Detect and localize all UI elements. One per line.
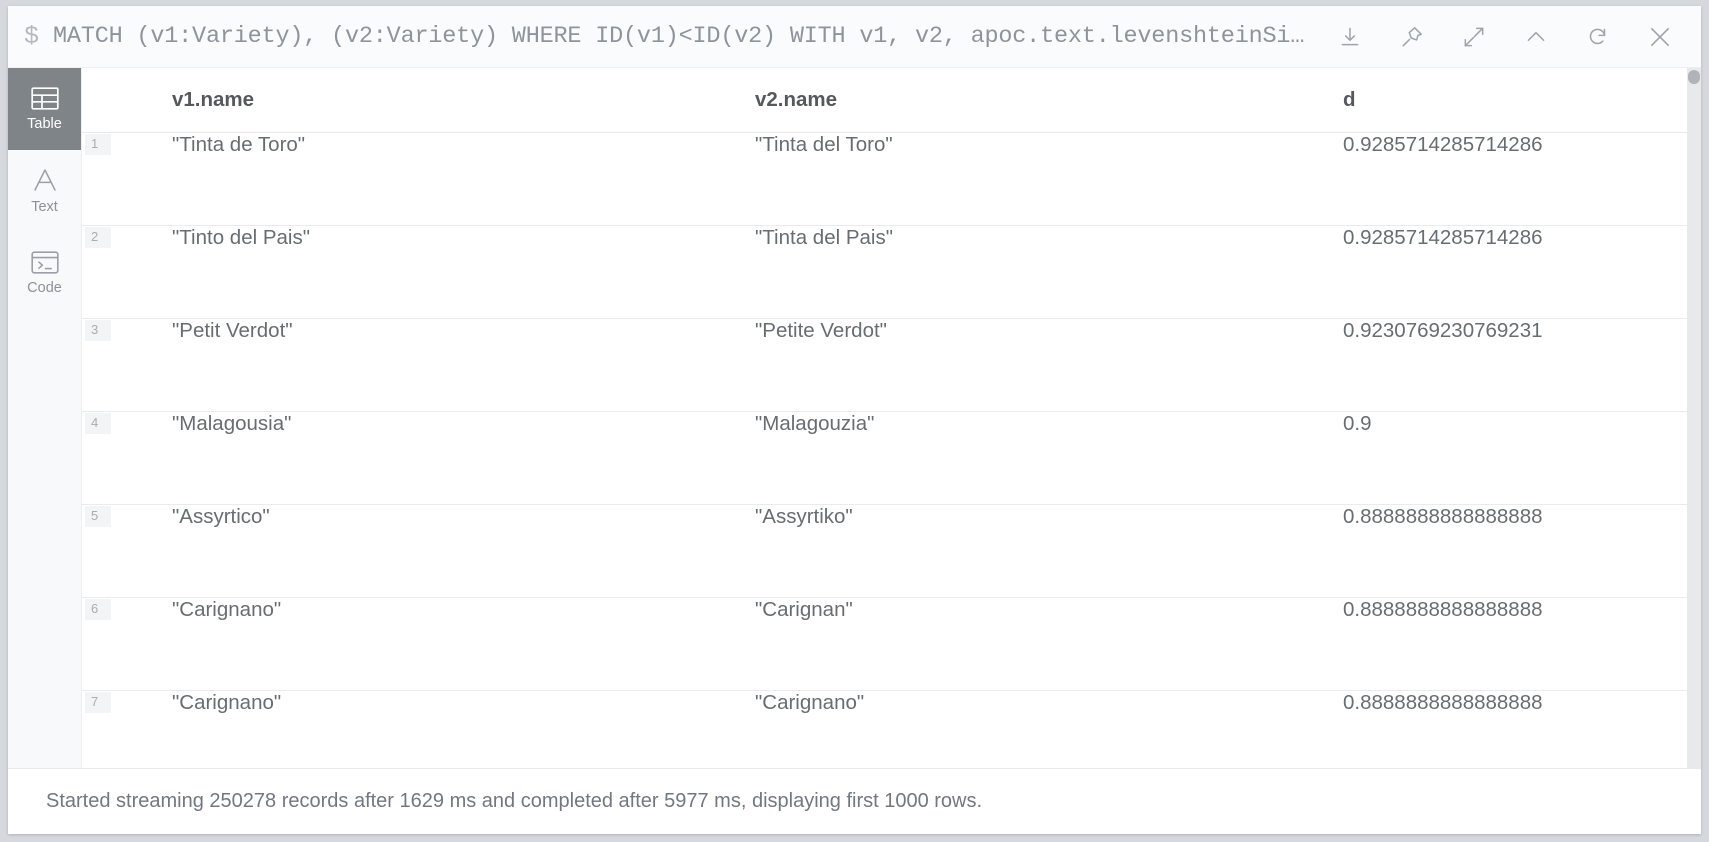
view-tab-text[interactable]: Text — [8, 150, 81, 232]
view-tab-table-label: Table — [27, 115, 62, 132]
cell-v1name: "Petit Verdot" — [172, 318, 755, 412]
row-number: 3 — [85, 319, 111, 341]
row-number-cell: 5 — [82, 504, 172, 598]
cell-v2name: "Tinta del Pais" — [755, 225, 1343, 319]
row-number: 4 — [85, 412, 111, 434]
row-number-cell: 6 — [82, 597, 172, 691]
table-row[interactable]: 5 "Assyrtico" "Assyrtiko" 0.888888888888… — [82, 504, 1687, 598]
cell-d: 0.9230769230769231 — [1343, 318, 1687, 412]
refresh-icon — [1585, 24, 1611, 50]
row-number: 2 — [85, 226, 111, 248]
cell-v2name: "Carignan" — [755, 597, 1343, 691]
cell-v1name: "Carignano" — [172, 597, 755, 691]
view-tab-table[interactable]: Table — [8, 68, 81, 150]
cell-v2name: "Petite Verdot" — [755, 318, 1343, 412]
table-row[interactable]: 4 "Malagousia" "Malagouzia" 0.9 — [82, 411, 1687, 505]
row-number-cell: 3 — [82, 318, 172, 412]
table-row[interactable]: 7 "Carignano" "Carignano" 0.888888888888… — [82, 690, 1687, 768]
cell-d: 0.9 — [1343, 411, 1687, 505]
table-row[interactable]: 3 "Petit Verdot" "Petite Verdot" 0.92307… — [82, 318, 1687, 412]
results-table: v1.name v2.name d 1 "Tinta de Toro" "Tin… — [82, 68, 1687, 768]
query-bar: $ MATCH (v1:Variety), (v2:Variety) WHERE… — [8, 6, 1701, 68]
cell-v1name: "Assyrtico" — [172, 504, 755, 598]
cell-v2name: "Malagouzia" — [755, 411, 1343, 505]
text-icon — [31, 167, 59, 193]
collapse-button[interactable] — [1505, 8, 1567, 66]
expand-button[interactable] — [1443, 8, 1505, 66]
row-number: 6 — [85, 598, 111, 620]
rerun-button[interactable] — [1567, 8, 1629, 66]
prompt-sigil: $ — [24, 22, 40, 51]
row-number: 1 — [85, 133, 111, 155]
cell-d: 0.9285714285714286 — [1343, 132, 1687, 226]
code-icon — [30, 251, 59, 274]
row-number: 5 — [85, 505, 111, 527]
cell-v1name: "Malagousia" — [172, 411, 755, 505]
column-header-v2name[interactable]: v2.name — [755, 68, 1343, 133]
cell-d: 0.8888888888888888 — [1343, 690, 1687, 768]
table-icon — [30, 87, 59, 110]
cell-d: 0.8888888888888888 — [1343, 597, 1687, 691]
expand-icon — [1461, 24, 1487, 50]
cell-v1name: "Carignano" — [172, 690, 755, 768]
table-row[interactable]: 1 "Tinta de Toro" "Tinta del Toro" 0.928… — [82, 132, 1687, 226]
cell-v2name: "Carignano" — [755, 690, 1343, 768]
view-switcher: Table Text Code — [8, 68, 82, 768]
column-header-rownum — [82, 68, 172, 133]
close-icon — [1646, 23, 1674, 51]
row-number-cell: 4 — [82, 411, 172, 505]
status-bar: Started streaming 250278 records after 1… — [8, 768, 1701, 834]
column-header-v1name[interactable]: v1.name — [172, 68, 755, 133]
table-body: 1 "Tinta de Toro" "Tinta del Toro" 0.928… — [82, 132, 1687, 768]
panel-body: Table Text Code v1.name v2.name d 1 "Tin… — [8, 68, 1701, 768]
column-header-d[interactable]: d — [1343, 68, 1687, 133]
download-icon — [1337, 24, 1363, 50]
vertical-scrollbar[interactable] — [1687, 68, 1701, 768]
query-actions — [1319, 8, 1697, 66]
table-header: v1.name v2.name d — [82, 68, 1687, 133]
cell-d: 0.8888888888888888 — [1343, 504, 1687, 598]
table-header-row: v1.name v2.name d — [82, 68, 1687, 133]
table-scroll-region[interactable]: v1.name v2.name d 1 "Tinta de Toro" "Tin… — [82, 68, 1687, 768]
view-tab-code[interactable]: Code — [8, 232, 81, 314]
vertical-scrollbar-thumb[interactable] — [1688, 70, 1700, 84]
cell-d: 0.9285714285714286 — [1343, 225, 1687, 319]
row-number-cell: 1 — [82, 132, 172, 226]
results-area: v1.name v2.name d 1 "Tinta de Toro" "Tin… — [82, 68, 1701, 768]
status-message: Started streaming 250278 records after 1… — [46, 790, 983, 812]
result-panel: $ MATCH (v1:Variety), (v2:Variety) WHERE… — [8, 6, 1701, 834]
row-number-cell: 2 — [82, 225, 172, 319]
table-row[interactable]: 6 "Carignano" "Carignan" 0.8888888888888… — [82, 597, 1687, 691]
view-tab-text-label: Text — [31, 199, 58, 216]
table-row[interactable]: 2 "Tinto del Pais" "Tinta del Pais" 0.92… — [82, 225, 1687, 319]
row-number-cell: 7 — [82, 690, 172, 768]
query-text[interactable]: MATCH (v1:Variety), (v2:Variety) WHERE I… — [53, 23, 1319, 50]
cell-v1name: "Tinto del Pais" — [172, 225, 755, 319]
table-viewport: v1.name v2.name d 1 "Tinta de Toro" "Tin… — [82, 68, 1701, 768]
download-button[interactable] — [1319, 8, 1381, 66]
cell-v1name: "Tinta de Toro" — [172, 132, 755, 226]
chevron-up-icon — [1523, 24, 1549, 50]
view-tab-code-label: Code — [27, 279, 62, 296]
cell-v2name: "Assyrtiko" — [755, 504, 1343, 598]
close-button[interactable] — [1629, 8, 1691, 66]
cell-v2name: "Tinta del Toro" — [755, 132, 1343, 226]
row-number: 7 — [85, 691, 111, 713]
pin-icon — [1399, 24, 1425, 50]
pin-button[interactable] — [1381, 8, 1443, 66]
